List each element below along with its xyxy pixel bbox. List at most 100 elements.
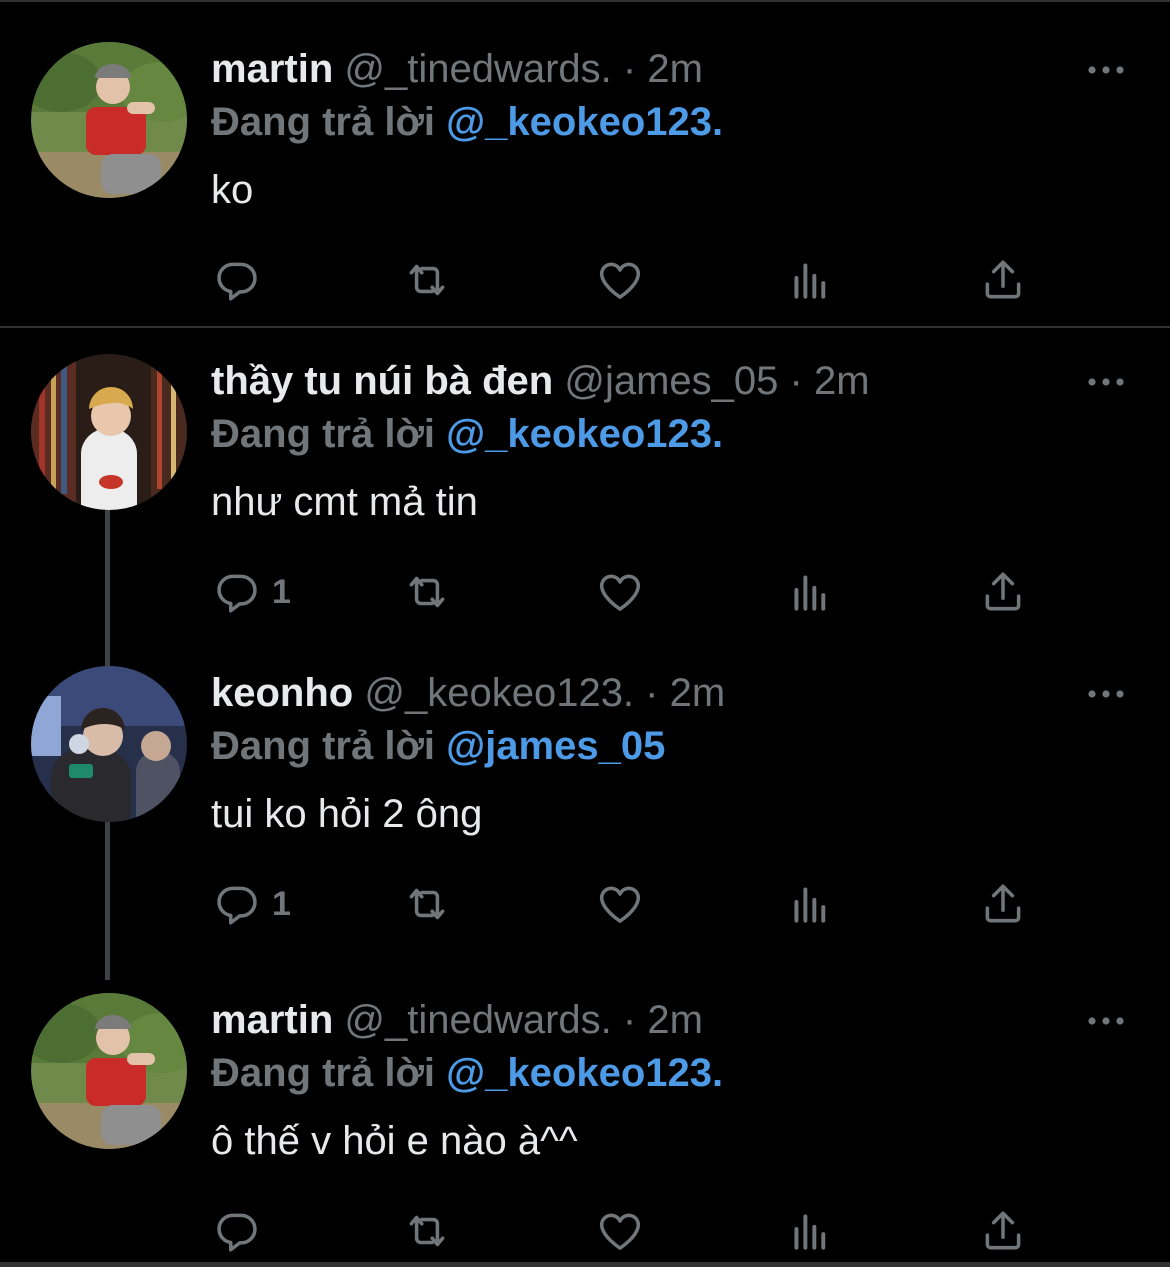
replying-to: Đang trả lời @_keokeo123. [211, 97, 723, 147]
like-button[interactable] [595, 1201, 645, 1261]
more-icon[interactable] [1086, 375, 1126, 389]
james-avatar [31, 354, 187, 510]
views-icon [786, 255, 836, 305]
replying-to-mention[interactable]: @_keokeo123. [446, 1051, 723, 1095]
display-name[interactable]: keonho [211, 671, 353, 715]
share-button[interactable] [978, 874, 1028, 934]
tweet-text: như cmt mả tin [211, 480, 478, 524]
reply-icon [212, 567, 262, 617]
separator-dot: · [645, 671, 659, 715]
views-icon [786, 1206, 836, 1256]
like-button[interactable] [595, 562, 645, 622]
retweet-icon [402, 879, 452, 929]
tweet-header: thầy tu núi bà đen @james_05 · 2m [211, 356, 870, 406]
separator-dot: · [622, 47, 637, 91]
replying-to: Đang trả lời @_keokeo123. [211, 1048, 723, 1098]
heart-icon [595, 567, 645, 617]
reply-button[interactable]: 1 [212, 562, 291, 622]
share-button[interactable] [978, 1201, 1028, 1261]
tweet-text: ô thế v hỏi e nào à^^ [211, 1119, 578, 1163]
share-button[interactable] [978, 562, 1028, 622]
avatar[interactable] [31, 354, 187, 510]
tweet-text: tui ko hỏi 2 ông [211, 792, 483, 836]
tweet-header: martin @_tinedwards. · 2m [211, 44, 703, 94]
timestamp[interactable]: 2m [647, 998, 703, 1042]
action-bar [0, 1201, 1170, 1261]
avatar[interactable] [31, 42, 187, 198]
share-button[interactable] [978, 250, 1028, 310]
user-handle[interactable]: @_tinedwards. [344, 998, 611, 1042]
retweet-icon [402, 567, 452, 617]
views-icon [786, 879, 836, 929]
avatar[interactable] [31, 993, 187, 1149]
user-handle[interactable]: @_keokeo123. [364, 671, 634, 715]
keonho-avatar [31, 666, 187, 822]
tweet-feed: martin @_tinedwards. · 2m Đang trả lời @… [0, 0, 1170, 1267]
reply-icon [212, 879, 262, 929]
share-icon [978, 1206, 1028, 1256]
share-icon [978, 879, 1028, 929]
reply-count: 1 [272, 884, 291, 923]
replying-to-label: Đang trả lời [211, 1051, 436, 1095]
heart-icon [595, 1206, 645, 1256]
timestamp[interactable]: 2m [670, 671, 726, 715]
heart-icon [595, 879, 645, 929]
avatar[interactable] [31, 666, 187, 822]
tweet-text: ko [211, 168, 254, 212]
action-bar: 1 [0, 562, 1170, 622]
action-bar [0, 250, 1170, 310]
reply-count: 1 [272, 572, 291, 611]
replying-to-mention[interactable]: @_keokeo123. [446, 100, 723, 144]
bottom-divider [0, 1262, 1170, 1267]
tweet[interactable]: martin @_tinedwards. · 2m Đang trả lời @… [0, 951, 1170, 1262]
heart-icon [595, 255, 645, 305]
separator-dot: · [789, 359, 803, 403]
replying-to: Đang trả lời @james_05 [211, 721, 665, 771]
reply-button[interactable]: 1 [212, 874, 291, 934]
retweet-button[interactable] [402, 1201, 452, 1261]
martin-avatar [31, 42, 187, 198]
display-name[interactable]: thầy tu núi bà đen [211, 359, 553, 403]
display-name[interactable]: martin [211, 998, 333, 1042]
timestamp[interactable]: 2m [647, 47, 703, 91]
display-name[interactable]: martin [211, 47, 333, 91]
tweet-header: keonho @_keokeo123. · 2m [211, 668, 725, 718]
reply-button[interactable] [212, 1201, 272, 1261]
more-icon[interactable] [1086, 687, 1126, 701]
reply-icon [212, 1206, 262, 1256]
views-button[interactable] [786, 874, 836, 934]
retweet-button[interactable] [402, 562, 452, 622]
views-icon [786, 567, 836, 617]
tweet[interactable]: keonho @_keokeo123. · 2m Đang trả lời @j… [0, 639, 1170, 951]
replying-to-mention[interactable]: @james_05 [446, 724, 665, 768]
views-button[interactable] [786, 1201, 836, 1261]
retweet-icon [402, 1206, 452, 1256]
more-icon[interactable] [1086, 63, 1126, 77]
views-button[interactable] [786, 562, 836, 622]
reply-button[interactable] [212, 250, 272, 310]
retweet-button[interactable] [402, 874, 452, 934]
share-icon [978, 567, 1028, 617]
martin-avatar [31, 993, 187, 1149]
replying-to-label: Đang trả lời [211, 412, 436, 456]
tweet[interactable]: thầy tu núi bà đen @james_05 · 2m Đang t… [0, 327, 1170, 639]
replying-to-label: Đang trả lời [211, 724, 436, 768]
reply-icon [212, 255, 262, 305]
action-bar: 1 [0, 874, 1170, 934]
views-button[interactable] [786, 250, 836, 310]
separator-dot: · [622, 998, 637, 1042]
replying-to-label: Đang trả lời [211, 100, 436, 144]
user-handle[interactable]: @_tinedwards. [344, 47, 611, 91]
like-button[interactable] [595, 250, 645, 310]
like-button[interactable] [595, 874, 645, 934]
more-icon[interactable] [1086, 1014, 1126, 1028]
retweet-icon [402, 255, 452, 305]
tweet[interactable]: martin @_tinedwards. · 2m Đang trả lời @… [0, 0, 1170, 327]
timestamp[interactable]: 2m [814, 359, 870, 403]
share-icon [978, 255, 1028, 305]
tweet-header: martin @_tinedwards. · 2m [211, 995, 703, 1045]
user-handle[interactable]: @james_05 [564, 359, 778, 403]
retweet-button[interactable] [402, 250, 452, 310]
replying-to: Đang trả lời @_keokeo123. [211, 409, 723, 459]
replying-to-mention[interactable]: @_keokeo123. [446, 412, 723, 456]
